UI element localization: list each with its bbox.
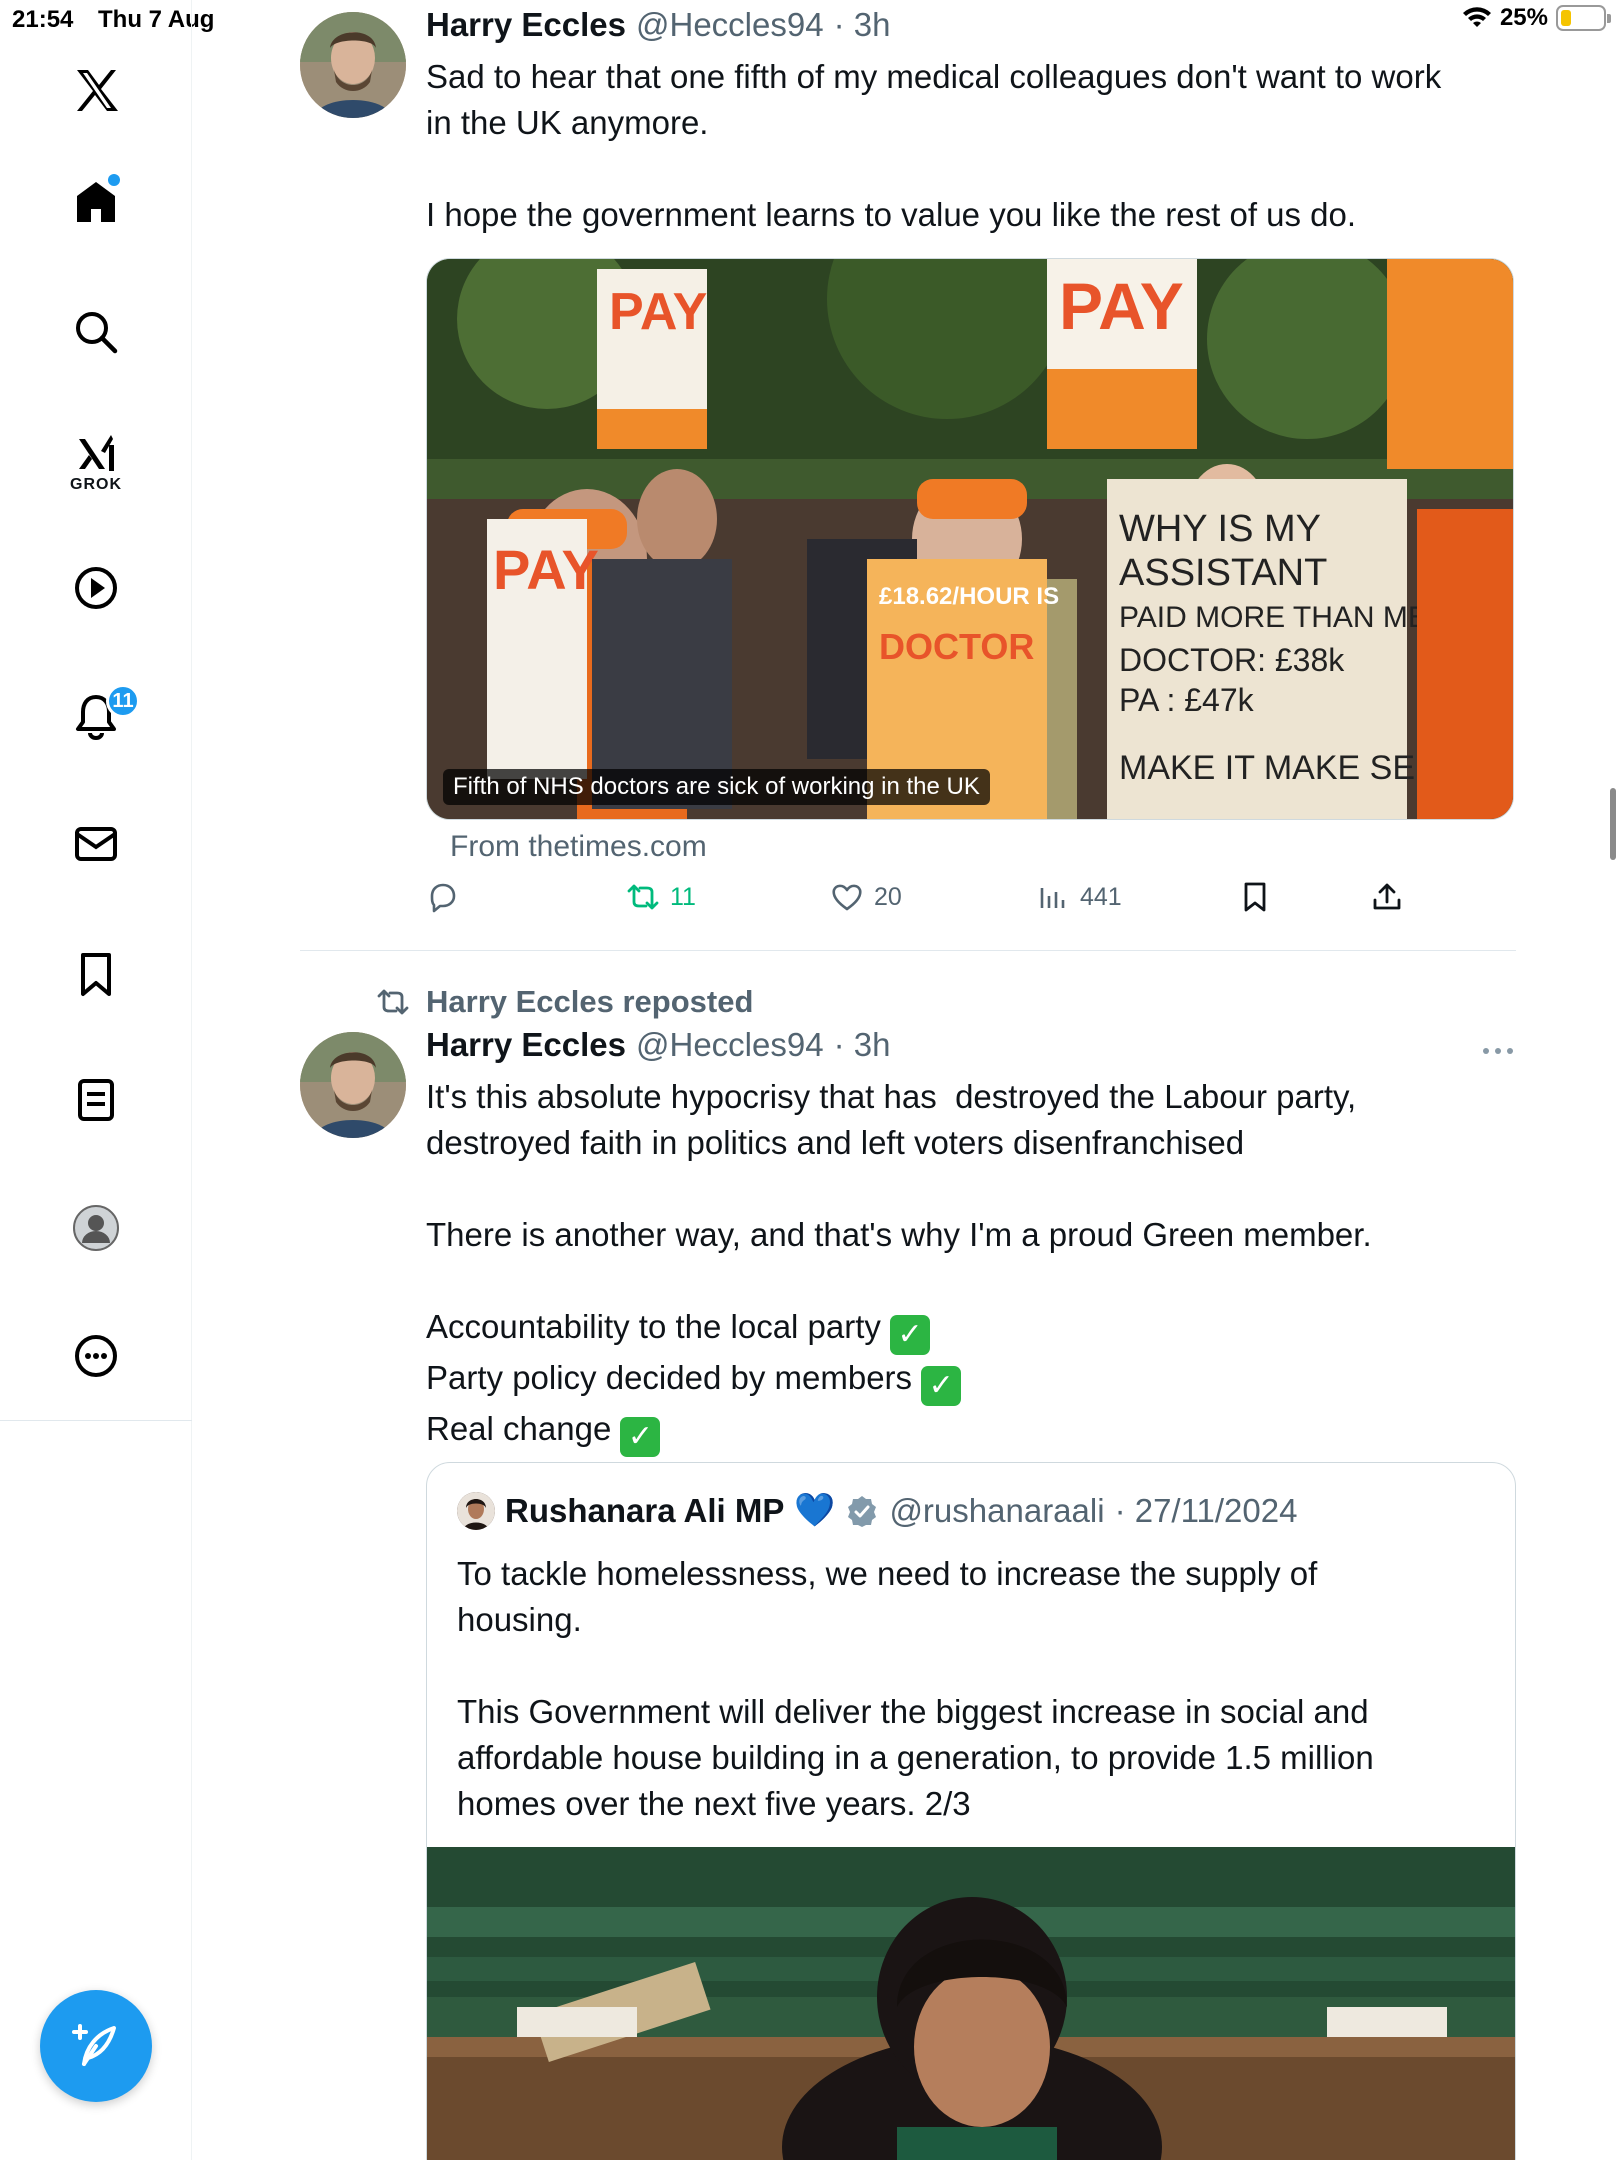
sidebar-item-explore[interactable] — [66, 302, 126, 362]
reply-icon — [430, 883, 456, 913]
list-icon — [78, 1079, 114, 1121]
share-icon — [1373, 883, 1401, 910]
svg-text:PAY: PAY — [609, 283, 707, 341]
handle[interactable]: @Heccles94 — [636, 6, 824, 44]
views-count: 441 — [1080, 882, 1122, 911]
svg-text:DOCTOR: £38k: DOCTOR: £38k — [1119, 642, 1345, 678]
grok-icon — [79, 435, 114, 471]
more-options-icon[interactable] — [1478, 1036, 1518, 1066]
handle[interactable]: @Heccles94 — [636, 1026, 824, 1064]
quoted-tweet-image[interactable] — [427, 1847, 1515, 2160]
tweet-separator — [300, 950, 1516, 951]
svg-text:PAY: PAY — [1059, 269, 1184, 343]
tweet-actions: 11 20 441 — [426, 880, 1426, 924]
display-name[interactable]: Harry Eccles — [426, 1026, 626, 1064]
link-card-source[interactable]: From thetimes.com — [450, 830, 707, 864]
sidebar-divider — [0, 1420, 192, 1421]
grok-label: GROK — [70, 476, 122, 493]
views-icon — [1040, 888, 1065, 908]
notifications-badge: 11 — [106, 684, 140, 718]
mail-icon — [75, 827, 117, 861]
play-icon — [75, 567, 117, 609]
retweet-icon — [377, 989, 409, 1015]
tweet-header: Harry Eccles @Heccles94 · 3h — [426, 1026, 890, 1064]
home-unread-dot — [108, 174, 120, 186]
svg-text:£18.62/HOUR IS: £18.62/HOUR IS — [879, 583, 1059, 610]
svg-text:PAY: PAY — [493, 538, 599, 601]
checklist-item: Real change ✓ — [426, 1406, 1506, 1457]
check-icon: ✓ — [890, 1315, 931, 1355]
quoted-avatar[interactable] — [457, 1491, 495, 1530]
battery-percent: 25% — [1499, 4, 1548, 31]
timestamp[interactable]: · 3h — [834, 1026, 891, 1064]
compose-icon — [72, 2024, 116, 2066]
heart-icon — [832, 884, 862, 911]
reply-button[interactable] — [426, 880, 460, 914]
sidebar: GROK 11 — [0, 0, 192, 2160]
heart-emoji: 💙 — [794, 1491, 836, 1528]
quoted-tweet-text: To tackle homelessness, we need to incre… — [457, 1555, 1374, 1822]
quoted-tweet-header: Rushanara Ali MP 💙 @rushanaraali · 27/11… — [457, 1491, 1297, 1530]
x-logo-icon[interactable] — [66, 60, 126, 120]
scrollbar-thumb[interactable] — [1610, 788, 1616, 860]
link-card-caption: Fifth of NHS doctors are sick of working… — [443, 769, 990, 805]
bookmark-icon — [81, 953, 111, 996]
tweet-text: Sad to hear that one fifth of my medical… — [426, 58, 1442, 233]
sidebar-item-lists[interactable] — [66, 1070, 126, 1130]
compose-button[interactable] — [40, 1990, 152, 2102]
sidebar-item-video[interactable] — [66, 558, 126, 618]
svg-text:PAID MORE THAN ME?: PAID MORE THAN ME? — [1119, 601, 1445, 634]
retweet-button[interactable]: 11 — [626, 880, 696, 914]
avatar[interactable] — [300, 12, 406, 118]
bookmark-button[interactable] — [1238, 880, 1272, 914]
check-icon: ✓ — [620, 1417, 661, 1457]
quoted-handle[interactable]: @rushanaraali — [889, 1492, 1104, 1530]
avatar[interactable] — [300, 1032, 406, 1138]
checklist: Accountability to the local party ✓ Part… — [426, 1304, 1506, 1457]
tweet-header: Harry Eccles @Heccles94 · 3h — [426, 6, 890, 44]
status-indicators: 25% — [1462, 4, 1611, 32]
svg-text:WHY IS MY: WHY IS MY — [1119, 508, 1321, 550]
sidebar-item-profile[interactable] — [66, 1198, 126, 1258]
sidebar-item-grok[interactable] — [66, 424, 126, 484]
tweet-text: It's this absolute hypocrisy that has de… — [426, 1078, 1372, 1253]
quoted-tweet[interactable]: Rushanara Ali MP 💙 @rushanaraali · 27/11… — [426, 1462, 1516, 2160]
timestamp[interactable]: · 3h — [834, 6, 891, 44]
sidebar-item-messages[interactable] — [66, 814, 126, 874]
sidebar-item-bookmarks[interactable] — [66, 944, 126, 1004]
bookmark-icon — [1244, 882, 1266, 912]
share-button[interactable] — [1370, 880, 1404, 914]
repost-label: Harry Eccles reposted — [426, 984, 754, 1019]
display-name[interactable]: Harry Eccles — [426, 6, 626, 44]
retweet-count: 11 — [670, 882, 696, 911]
quoted-date[interactable]: · 27/11/2024 — [1115, 1492, 1298, 1530]
svg-text:DOCTOR: DOCTOR — [879, 626, 1034, 667]
svg-text:ASSISTANT: ASSISTANT — [1119, 552, 1327, 594]
check-icon: ✓ — [921, 1366, 962, 1406]
search-icon — [76, 312, 118, 354]
verified-badge-icon — [848, 1495, 877, 1527]
retweet-icon — [627, 884, 659, 910]
svg-text:PA : £47k: PA : £47k — [1119, 682, 1255, 718]
profile-icon — [73, 1205, 119, 1251]
battery-icon — [1556, 5, 1611, 31]
more-circle-icon — [75, 1335, 117, 1377]
repost-indicator[interactable]: Harry Eccles reposted — [376, 984, 753, 1020]
checklist-item: Accountability to the local party ✓ — [426, 1304, 1506, 1355]
sidebar-item-more[interactable] — [66, 1326, 126, 1386]
like-button[interactable]: 20 — [830, 880, 902, 914]
checklist-item: Party policy decided by members ✓ — [426, 1355, 1506, 1406]
like-count: 20 — [874, 882, 902, 911]
wifi-icon — [1462, 7, 1491, 27]
quoted-display-name[interactable]: Rushanara Ali MP — [505, 1492, 784, 1530]
link-card-image[interactable]: PAY PAY PAY £18.62/HOUR IS DOCTOR WHY IS… — [426, 258, 1514, 820]
views-button[interactable]: 441 — [1036, 880, 1122, 914]
